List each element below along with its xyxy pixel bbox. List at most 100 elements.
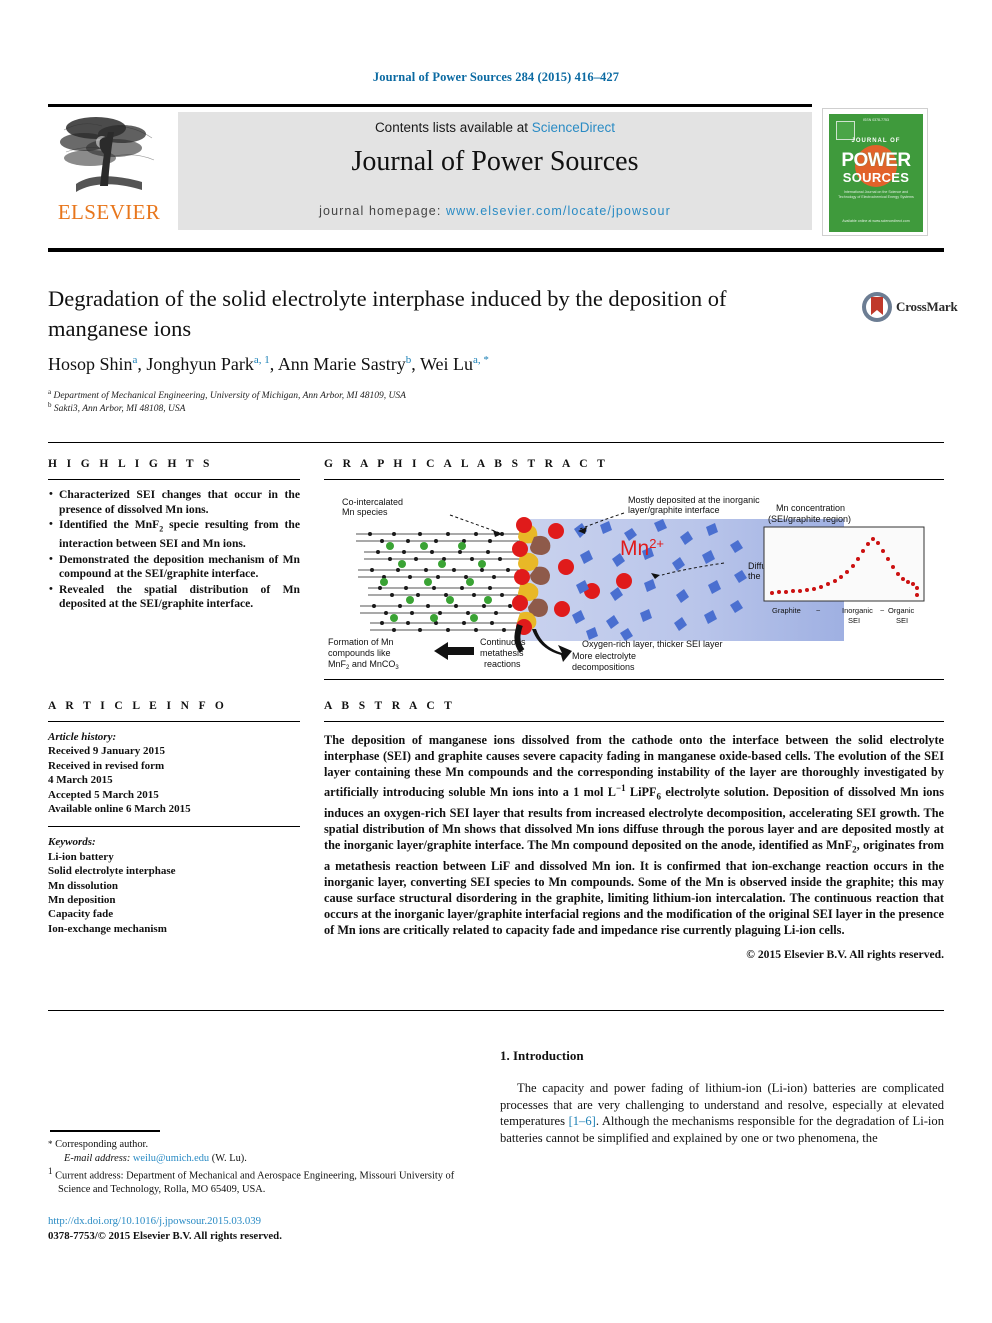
- cover-blurb-text: International Journal on the Science and…: [838, 190, 914, 199]
- journal-homepage-line: journal homepage: www.elsevier.com/locat…: [178, 204, 812, 218]
- homepage-url-link[interactable]: www.elsevier.com/locate/jpowsour: [446, 204, 671, 218]
- svg-text:Co-intercalated: Co-intercalated: [342, 497, 403, 507]
- svg-text:More electrolyte: More electrolyte: [572, 651, 636, 661]
- svg-text:Organic: Organic: [888, 606, 915, 615]
- corresponding-author-text: Corresponding author.: [55, 1139, 149, 1150]
- history-item: Available online 6 March 2015: [48, 803, 191, 816]
- graphical-abstract-rule: [324, 479, 944, 480]
- author-name-2[interactable]: Jonghyun Park: [146, 354, 254, 374]
- list-item: Demonstrated the deposition mechanism of…: [48, 552, 300, 582]
- svg-text:reactions: reactions: [484, 659, 521, 669]
- cover-journal-word: JOURNAL OF: [851, 138, 901, 144]
- abstract-heading: A B S T R A C T: [324, 700, 456, 712]
- abstract-part-2: LiPF: [625, 785, 657, 800]
- introduction-heading: 1. Introduction: [500, 1048, 584, 1063]
- cover-artwork: ISSN 0378-7753 JOURNAL OF POWER SOURCES …: [829, 114, 923, 232]
- doi-link[interactable]: http://dx.doi.org/10.1016/j.jpowsour.201…: [48, 1214, 468, 1229]
- svg-text:Oxygen-rich layer, thicker SEI: Oxygen-rich layer, thicker SEI layer: [582, 639, 723, 649]
- elsevier-wordmark: ELSEVIER: [57, 200, 161, 224]
- svg-text:~: ~: [816, 606, 821, 615]
- svg-text:compounds like: compounds like: [328, 648, 391, 658]
- list-item: Identified the MnF2 specie resulting fro…: [48, 517, 300, 552]
- article-history-block: Article history: Received 9 January 2015…: [48, 730, 300, 816]
- page-title: Degradation of the solid electrolyte int…: [48, 286, 727, 341]
- article-info-heading: A R T I C L E I N F O: [48, 700, 228, 712]
- sciencedirect-link[interactable]: ScienceDirect: [532, 120, 615, 135]
- graphical-abstract-section: G R A P H I C A L A B S T R A C T Mn2+ C…: [324, 458, 944, 680]
- keywords-label: Keywords:: [48, 836, 96, 849]
- history-item: 4 March 2015: [48, 774, 113, 787]
- email-note: E-mail address: weilu@umich.edu (W. Lu).: [48, 1152, 458, 1166]
- author-mark-3: b: [405, 354, 412, 366]
- author-mark-2: a, 1: [253, 354, 270, 366]
- svg-text:Graphite: Graphite: [772, 606, 801, 615]
- current-address-mark: 1: [48, 1166, 53, 1177]
- homepage-prefix: journal homepage:: [319, 204, 446, 218]
- cover-foot-text: Available online at www.sciencedirect.co…: [842, 219, 910, 223]
- svg-text:Inorganic: Inorganic: [842, 606, 873, 615]
- keyword-item: Ion-exchange mechanism: [48, 922, 167, 935]
- issn-copyright-line: 0378-7753/© 2015 Elsevier B.V. All right…: [48, 1230, 282, 1242]
- highlights-rule: [48, 479, 300, 480]
- elsevier-tree-icon: [56, 112, 164, 202]
- contents-prefix: Contents lists available at: [374, 120, 532, 135]
- author-name-3[interactable]: Ann Marie Sastry: [278, 354, 406, 374]
- keyword-item: Mn deposition: [48, 894, 116, 907]
- mn-concentration-inset-chart: Mn concentration (SEI/graphite region) G…: [763, 503, 925, 625]
- svg-text:Mn species: Mn species: [342, 507, 388, 517]
- current-address-note: 1 Current address: Department of Mechani…: [48, 1165, 458, 1197]
- affiliation-text-a: Department of Mechanical Engineering, Un…: [53, 391, 406, 401]
- running-head: Journal of Power Sources 284 (2015) 416–…: [372, 70, 620, 84]
- keyword-item: Mn dissolution: [48, 879, 118, 892]
- author-name-4[interactable]: Wei Lu: [420, 354, 473, 374]
- journal-masthead: ELSEVIER Contents lists available at Sci…: [48, 104, 944, 236]
- masthead-panel: Contents lists available at ScienceDirec…: [178, 112, 812, 230]
- email-link[interactable]: weilu@umich.edu: [133, 1153, 209, 1164]
- list-item: Characterized SEI changes that occur in …: [48, 487, 300, 517]
- journal-title: Journal of Power Sources: [351, 146, 639, 177]
- graphical-abstract-heading: G R A P H I C A L A B S T R A C T: [324, 458, 609, 470]
- cover-power-word: POWER: [841, 150, 911, 171]
- svg-text:metathesis: metathesis: [480, 648, 524, 658]
- keyword-item: Solid electrolyte interphase: [48, 865, 176, 878]
- highlights-heading: H I G H L I G H T S: [48, 458, 213, 470]
- journal-cover-thumbnail: ISSN 0378-7753 JOURNAL OF POWER SOURCES …: [822, 108, 928, 236]
- author-name-1[interactable]: Hosop Shin: [48, 354, 133, 374]
- email-label: E-mail address:: [64, 1152, 131, 1164]
- author-mark-1: a: [132, 354, 138, 366]
- abstract-sup-1: −1: [615, 783, 626, 794]
- corresponding-author-note: * Corresponding author.: [48, 1138, 458, 1152]
- keyword-item: Li-ion battery: [48, 850, 114, 863]
- svg-text:MnF2 and MnCO3: MnF2 and MnCO3: [328, 659, 399, 671]
- author-mark-4: a, *: [473, 354, 489, 366]
- affiliation-mark-b: b: [48, 400, 52, 409]
- crossmark-label: CrossMark: [896, 299, 958, 314]
- article-info-section: A R T I C L E I N F O Article history: R…: [48, 700, 300, 936]
- article-info-rule: [48, 721, 300, 722]
- crossmark-circle-icon: [862, 292, 892, 322]
- footnotes-block: * Corresponding author. E-mail address: …: [48, 1138, 458, 1197]
- svg-text:(SEI/graphite region): (SEI/graphite region): [768, 514, 851, 524]
- current-address-text: Current address: Department of Mechanica…: [55, 1170, 455, 1196]
- cover-sources-word: SOURCES: [842, 170, 910, 185]
- svg-text:Mostly deposited at the inorga: Mostly deposited at the inorganic: [628, 495, 760, 505]
- masthead-top-rule: [48, 104, 812, 107]
- abstract-body: The deposition of manganese ions dissolv…: [324, 732, 944, 938]
- affiliation-b: b Sakti3, Ann Arbor, MI 48108, USA: [48, 400, 748, 416]
- highlights-list: Characterized SEI changes that occur in …: [48, 487, 300, 612]
- abstract-bottom-rule: [48, 1010, 944, 1011]
- email-suffix: (W. Lu).: [211, 1152, 247, 1164]
- abstract-copyright: © 2015 Elsevier B.V. All rights reserved…: [746, 948, 944, 962]
- abstract-rule: [324, 721, 944, 722]
- introduction-section: 1. Introduction The capacity and power f…: [500, 1048, 944, 1146]
- citation-link[interactable]: [1–6]: [569, 1114, 596, 1128]
- svg-text:Continuous: Continuous: [480, 637, 526, 647]
- svg-text:decompositions: decompositions: [572, 662, 635, 671]
- history-item: Accepted 5 March 2015: [48, 788, 159, 801]
- affiliation-text-b: Sakti3, Ann Arbor, MI 48108, USA: [53, 404, 186, 414]
- title-top-rule: [48, 248, 944, 252]
- crossmark-badge[interactable]: CrossMark: [862, 292, 958, 324]
- graphical-abstract-bottom-rule: [324, 679, 944, 680]
- svg-text:SEI: SEI: [896, 616, 908, 625]
- affiliation-mark-a: a: [48, 387, 52, 396]
